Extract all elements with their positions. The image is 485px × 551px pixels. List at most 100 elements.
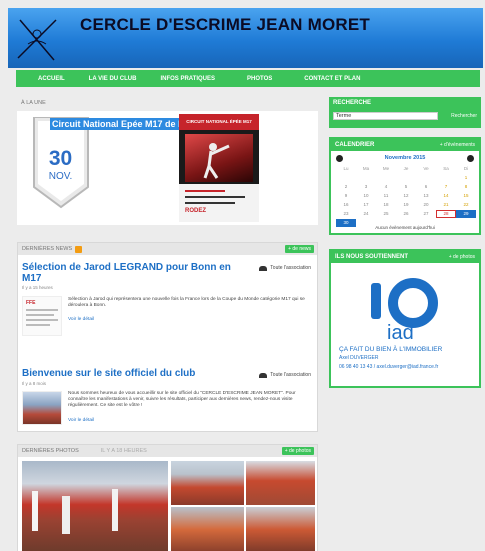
news-item-thumbnail[interactable] [22, 391, 62, 425]
news-item-meta: Il y a 8 mois [22, 381, 47, 386]
calendar-day[interactable]: 1 [456, 174, 476, 182]
calendar-day[interactable]: 12 [396, 192, 416, 200]
news-item-title[interactable]: Bienvenue sur le site officiel du club [22, 368, 252, 379]
gallery-photo[interactable] [246, 461, 315, 505]
site-title[interactable]: CERCLE D'ESCRIME JEAN MORET [80, 15, 370, 35]
calendar-day[interactable]: 29 [456, 210, 476, 218]
poster-city: RODEZ [185, 208, 206, 214]
gallery-photo[interactable] [246, 507, 315, 551]
calendar-day[interactable]: 25 [376, 210, 396, 218]
calendar-day[interactable]: 22 [456, 201, 476, 209]
sponsor-slogan: ÇA FAIT DU BIEN À L'IMMOBILIER [339, 346, 443, 353]
calendar-day[interactable]: 6 [416, 183, 436, 191]
calendar-day[interactable]: 9 [336, 192, 356, 200]
calendar-day[interactable]: 24 [356, 210, 376, 218]
photo-figure [32, 491, 38, 531]
news-item-assoc: Toute l'association [259, 265, 311, 271]
poster-info-block: RODEZ [179, 184, 259, 222]
search-panel: RECHERCHE Rechercher [329, 97, 481, 128]
news-item-thumbnail[interactable]: FFE [22, 296, 62, 336]
news-item-excerpt: Sélection à Jarod qui représentera une n… [68, 297, 305, 308]
calendar-day[interactable]: 7 [436, 183, 456, 191]
calendar-empty-cell [396, 174, 416, 182]
une-poster-image[interactable]: CIRCUIT NATIONAL ÉPÉE M17 RODEZ [179, 114, 259, 222]
sponsor-more-link[interactable]: + de photos [449, 254, 475, 260]
poster-line [185, 196, 245, 198]
calendar-day-header: Lu [343, 166, 349, 171]
nav-accueil[interactable]: ACCUEIL [16, 76, 77, 82]
calendar-empty-cell [336, 174, 356, 182]
news-item-meta: Il y a 15 heures [22, 285, 53, 290]
photos-panel: DERNIÈRES PHOTOS IL Y A 18 HEURES + de p… [17, 444, 318, 551]
calendar-day[interactable]: 10 [356, 192, 376, 200]
calendar-day[interactable]: 16 [336, 201, 356, 209]
poster-top-banner: CIRCUIT NATIONAL ÉPÉE M17 [179, 114, 259, 130]
calendar-heading-label: CALENDRIER [335, 142, 375, 148]
thumb-line [26, 314, 54, 316]
calendar-day[interactable]: 11 [376, 192, 396, 200]
more-news-button[interactable]: + de news [285, 245, 314, 253]
calendar-day[interactable]: 8 [456, 183, 476, 191]
une-date-day: 30 [48, 147, 73, 170]
nav-contact-plan[interactable]: CONTACT ET PLAN [284, 76, 372, 82]
calendar-day[interactable]: 14 [436, 192, 456, 200]
calendar-day[interactable]: 13 [416, 192, 436, 200]
calendar-day[interactable]: 20 [416, 201, 436, 209]
rss-icon[interactable] [75, 245, 83, 253]
calendar-day[interactable]: 26 [396, 210, 416, 218]
iad-wordmark: iad [387, 322, 414, 344]
gallery-photo[interactable] [22, 461, 168, 551]
news-item-assoc-label: Toute l'association [270, 372, 311, 378]
calendar-more-link[interactable]: + d'événements [440, 142, 475, 148]
calendar-grid: Lu Ma Me Je Ve Sa Di 1 2 3 4 5 6 7 8 9 10 11 12 13 14 15 16 17 1… [336, 165, 476, 227]
calendar-day[interactable]: 27 [416, 210, 436, 218]
iad-logo[interactable]: iad [331, 273, 481, 345]
fencer-icon [203, 143, 230, 179]
calendar-day-header: Je [403, 166, 409, 171]
search-button[interactable]: Rechercher [451, 112, 477, 120]
gallery-photo[interactable] [171, 461, 244, 505]
calendar-day[interactable]: 23 [336, 210, 356, 218]
calendar-next-icon[interactable] [467, 155, 474, 162]
calendar-day[interactable]: 21 [436, 201, 456, 209]
site-header: CERCLE D'ESCRIME JEAN MORET [8, 8, 483, 68]
une-slide[interactable]: 30 NOV. Circuit National Epée M17 de Rod… [17, 111, 318, 225]
news-item-link[interactable]: Voir le détail [68, 418, 94, 423]
thumb-line [26, 324, 50, 326]
calendar-day-header: Sa [443, 166, 449, 171]
calendar-empty-cell [416, 174, 436, 182]
group-icon [259, 372, 268, 378]
search-input[interactable] [333, 112, 438, 120]
calendar-day[interactable]: 4 [376, 183, 396, 191]
ffe-logo: FFE [26, 300, 36, 306]
poster-line [185, 202, 235, 204]
more-photos-button[interactable]: + de photos [281, 447, 314, 455]
photos-heading-meta: IL Y A 18 HEURES [100, 448, 147, 454]
nav-photos[interactable]: PHOTOS [227, 76, 284, 82]
nav-vie-du-club[interactable]: LA VIE DU CLUB [77, 76, 149, 82]
sponsor-contact: 06 98 40 13 43 / axel.duverger@iad.franc… [339, 364, 439, 370]
fencer-logo[interactable] [14, 14, 60, 64]
calendar-empty-cell [356, 174, 376, 182]
calendar-day[interactable]: 5 [396, 183, 416, 191]
sponsor-name: Axel DUVERGER [339, 355, 379, 361]
news-heading: DERNIÈRES NEWS + de news [18, 243, 317, 255]
calendar-day[interactable]: 3 [356, 183, 376, 191]
calendar-empty-message: Aucun évènement aujourd'hui [375, 225, 435, 230]
calendar-day[interactable]: 17 [356, 201, 376, 209]
calendar-day[interactable]: 28 [436, 210, 456, 218]
calendar-day[interactable]: 15 [456, 192, 476, 200]
photos-heading: DERNIÈRES PHOTOS IL Y A 18 HEURES + de p… [18, 445, 317, 457]
calendar-day[interactable]: 2 [336, 183, 356, 191]
news-item-title[interactable]: Sélection de Jarod LEGRAND pour Bonn en … [22, 262, 252, 284]
poster-line [185, 190, 225, 192]
nav-infos-pratiques[interactable]: INFOS PRATIQUES [148, 76, 227, 82]
calendar-day[interactable]: 19 [396, 201, 416, 209]
une-panel: À LA UNE 30 NOV. Circuit National Epée M… [17, 97, 318, 226]
news-item-link[interactable]: Voir le détail [68, 317, 94, 322]
une-heading: À LA UNE [17, 97, 318, 109]
calendar-empty-cell [376, 174, 396, 182]
calendar-day[interactable]: 18 [376, 201, 396, 209]
gallery-photo[interactable] [171, 507, 244, 551]
thumb-line [26, 309, 58, 311]
